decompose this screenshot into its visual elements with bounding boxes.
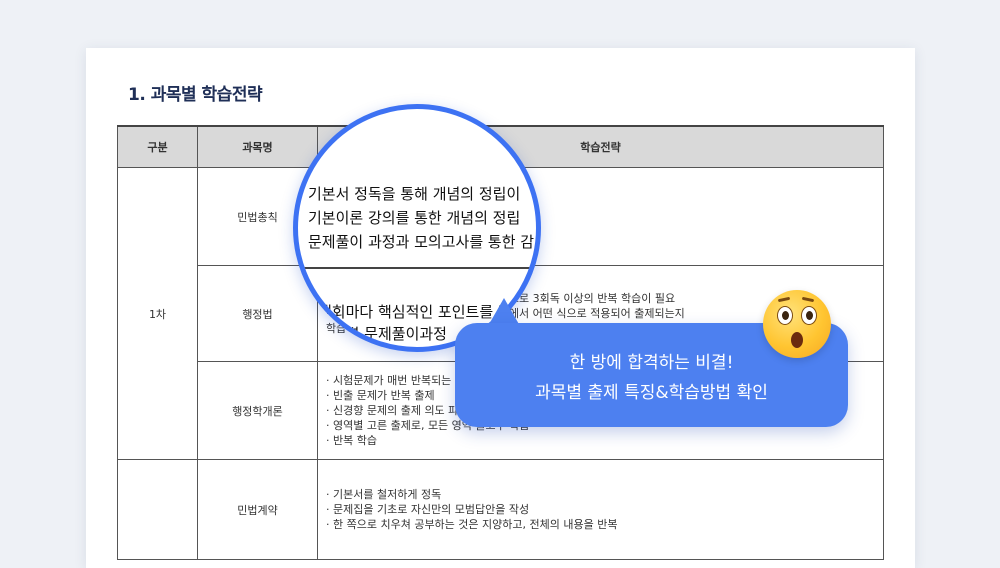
header-subject: 과목명 (197, 125, 318, 168)
stage-cell: 1차 (117, 167, 198, 460)
magnified-line: 단원별 문제풀이과정 (318, 325, 447, 343)
magnified-divider (298, 267, 536, 269)
header-stage: 구분 (117, 125, 198, 168)
strategy-line: · 한 쪽으로 치우쳐 공부하는 것은 지양하고, 전체의 내용을 반복 (326, 518, 618, 531)
strategy-line: · 문제집을 기초로 자신만의 모범답안을 작성 (326, 503, 530, 516)
strategy-cell: · 기본서를 철저하게 정독 · 문제집을 기초로 자신만의 모범답안을 작성 … (317, 459, 884, 560)
stage-cell (117, 459, 198, 560)
subject-cell: 민법계약 (197, 459, 318, 560)
document-title: 1. 과목별 학습전략 (128, 85, 263, 105)
subject-cell: 행정법 (197, 265, 318, 362)
strategy-line: · 반복 학습 (326, 434, 377, 447)
astonished-face-icon (763, 290, 831, 358)
strategy-line: · 기본서를 철저하게 정독 (326, 488, 442, 501)
table-row: 민법계약 · 기본서를 철저하게 정독 · 문제집을 기초로 자신만의 모범답안… (117, 459, 884, 560)
subject-cell: 행정학개론 (197, 361, 318, 460)
magnified-line: 매회마다 핵심적인 포인트를 짚 (318, 303, 512, 321)
callout-tail (488, 298, 520, 326)
magnified-line: 기본서 정독을 통해 개념의 정립이 (308, 185, 521, 203)
magnified-line: 기본이론 강의를 통한 개념의 정립 (308, 209, 521, 227)
magnified-line: 문제풀이 과정과 모의고사를 통한 감 (308, 233, 535, 251)
callout-line-2: 과목별 출제 특징&학습방법 확인 (535, 383, 768, 403)
